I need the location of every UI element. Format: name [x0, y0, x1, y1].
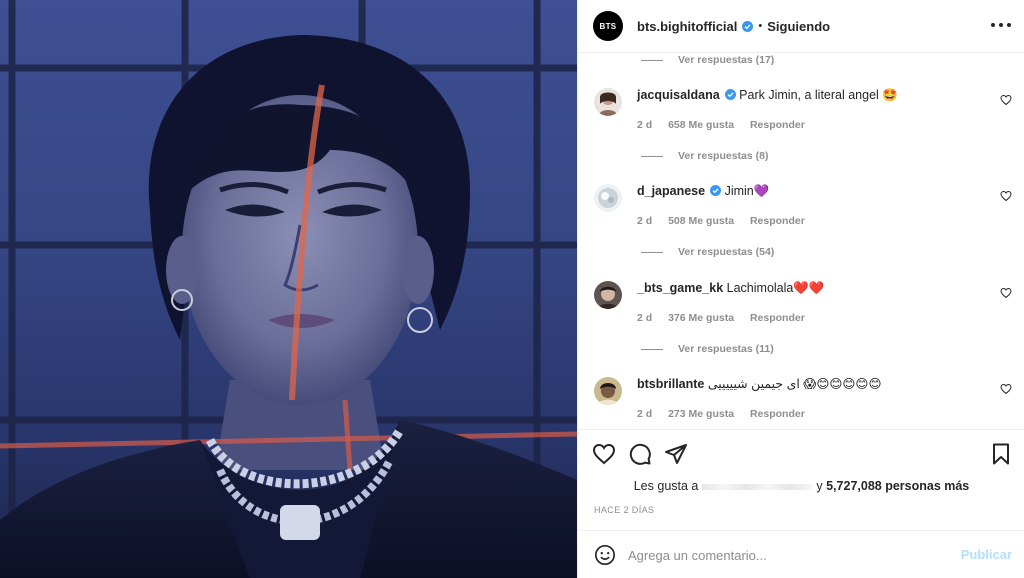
post-actions-bar	[578, 429, 1024, 475]
comment-age[interactable]: 2 d	[637, 312, 652, 324]
heart-icon[interactable]	[1000, 190, 1012, 202]
bookmark-icon[interactable]	[989, 442, 1013, 466]
view-replies-button[interactable]: Ver respuestas (54)	[641, 245, 774, 259]
liker-name-redacted	[702, 483, 813, 490]
comment-item: btsbrillante ای جیمین شیییییی 😱😊😊😊😊😊 2 d…	[578, 377, 1024, 429]
reply-button[interactable]: Responder	[750, 215, 805, 227]
follow-status-button[interactable]: Siguiendo	[767, 19, 830, 34]
comment-meta: 2 d 508 Me gusta Responder	[637, 215, 818, 227]
commenter-avatar[interactable]	[594, 88, 622, 116]
comment-icon[interactable]	[628, 442, 652, 466]
post-date[interactable]: HACE 2 DÍAS	[594, 505, 654, 515]
reply-button[interactable]: Responder	[750, 408, 805, 420]
commenter-username[interactable]: btsbrillante	[637, 377, 704, 391]
author-username[interactable]: bts.bighitofficial	[637, 19, 737, 34]
comment-text: _bts_game_kk Lachimolala❤️❤️	[637, 281, 825, 296]
more-options-icon[interactable]	[991, 17, 1011, 33]
author-avatar[interactable]: BTS	[593, 11, 623, 41]
likes-summary[interactable]: Les gusta a y 5,727,088 personas más	[578, 479, 1024, 493]
comment-text: d_japanese Jimin💜	[637, 184, 769, 199]
comment-likes[interactable]: 658 Me gusta	[668, 119, 734, 131]
comment-age[interactable]: 2 d	[637, 408, 652, 420]
post-header: BTS bts.bighitofficial • Siguiendo	[578, 0, 1024, 53]
comment-age[interactable]: 2 d	[637, 119, 652, 131]
emoji-icon[interactable]	[594, 544, 616, 566]
verified-badge-icon	[724, 89, 736, 100]
commenter-avatar[interactable]	[594, 377, 622, 405]
comment-input[interactable]	[628, 545, 958, 565]
likes-conjunction: y	[816, 479, 823, 493]
view-replies-button[interactable]: Ver respuestas (8)	[641, 149, 768, 163]
commenter-avatar[interactable]	[594, 184, 622, 212]
comment-likes[interactable]: 508 Me gusta	[668, 215, 734, 227]
comment-likes[interactable]: 376 Me gusta	[668, 312, 734, 324]
commenter-username[interactable]: d_japanese	[637, 184, 705, 198]
likes-prefix: Les gusta a	[633, 479, 699, 493]
add-comment-bar: Publicar	[578, 530, 1024, 578]
send-icon[interactable]	[664, 442, 688, 466]
comment-body: ای جیمین شیییییی 😱😊😊😊😊😊	[707, 377, 882, 391]
portrait-photo	[0, 0, 577, 578]
likes-count[interactable]: 5,727,088 personas más	[826, 479, 969, 493]
comment-age[interactable]: 2 d	[637, 215, 652, 227]
post-side-panel: BTS bts.bighitofficial • Siguiendo Ver r…	[577, 0, 1024, 578]
comment-text: btsbrillante ای جیمین شیییییی 😱😊😊😊😊😊	[637, 377, 882, 392]
view-replies-label: Ver respuestas (11)	[678, 343, 774, 355]
replies-divider	[641, 251, 663, 253]
comment-body: Jimin💜	[724, 184, 770, 198]
comment-meta: 2 d 273 Me gusta Responder	[637, 408, 818, 420]
comments-list[interactable]: Ver respuestas (17) jacquisaldana Park J…	[578, 53, 1024, 429]
replies-divider	[641, 155, 663, 157]
comment-text: jacquisaldana Park Jimin, a literal ange…	[637, 88, 898, 103]
comment-likes[interactable]: 273 Me gusta	[668, 408, 734, 420]
comment-meta: 2 d 376 Me gusta Responder	[637, 312, 818, 324]
comment-item: _bts_game_kk Lachimolala❤️❤️ 2 d 376 Me …	[578, 281, 1024, 341]
commenter-username[interactable]: _bts_game_kk	[637, 281, 723, 295]
verified-badge-icon	[710, 185, 722, 196]
heart-icon[interactable]	[592, 442, 616, 466]
reply-button[interactable]: Responder	[750, 119, 805, 131]
heart-icon[interactable]	[1000, 287, 1012, 299]
comment-body: Lachimolala❤️❤️	[726, 281, 825, 295]
post-photo[interactable]	[0, 0, 577, 578]
verified-badge-icon	[742, 20, 754, 32]
publish-button[interactable]: Publicar	[961, 547, 1012, 562]
heart-icon[interactable]	[1000, 94, 1012, 106]
comment-body: Park Jimin, a literal angel 🤩	[739, 88, 898, 102]
comment-item: d_japanese Jimin💜 2 d 508 Me gusta Respo…	[578, 184, 1024, 244]
view-replies-label: Ver respuestas (8)	[678, 150, 769, 162]
comment-meta: 2 d 658 Me gusta Responder	[637, 119, 818, 131]
header-separator: •	[758, 20, 763, 32]
view-replies-button[interactable]: Ver respuestas (11)	[641, 342, 774, 356]
reply-button[interactable]: Responder	[750, 312, 805, 324]
comment-item: jacquisaldana Park Jimin, a literal ange…	[578, 88, 1024, 148]
view-replies-button[interactable]: Ver respuestas (17)	[641, 53, 774, 67]
view-replies-label: Ver respuestas (17)	[678, 54, 775, 66]
commenter-username[interactable]: jacquisaldana	[637, 88, 720, 102]
view-replies-label: Ver respuestas (54)	[678, 246, 775, 258]
replies-divider	[641, 348, 663, 350]
commenter-avatar[interactable]	[594, 281, 622, 309]
replies-divider	[641, 59, 663, 61]
heart-icon[interactable]	[1000, 383, 1012, 395]
